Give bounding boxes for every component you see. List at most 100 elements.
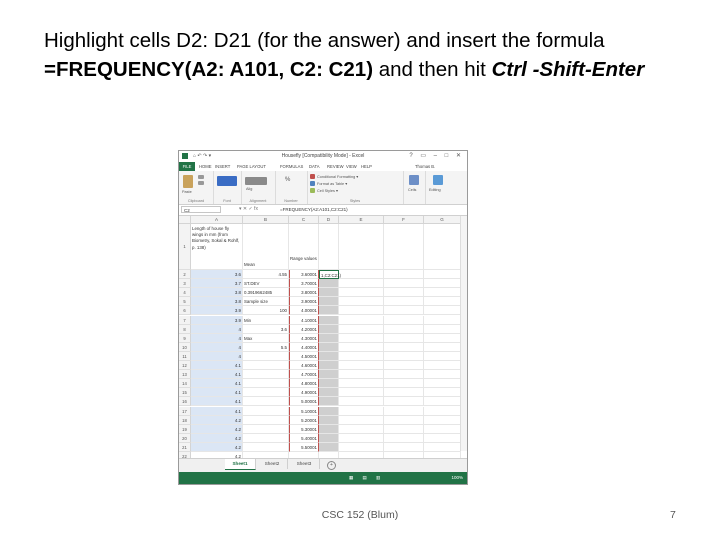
cell-b[interactable] <box>243 433 289 443</box>
cell[interactable] <box>424 361 461 371</box>
tab-thomas-b[interactable]: Thomas B. <box>415 164 435 169</box>
cell-b[interactable]: Max <box>243 333 289 343</box>
column-header-f[interactable]: F <box>384 216 424 224</box>
cell-b[interactable]: ST.DEV <box>243 279 289 289</box>
cell-d[interactable] <box>319 424 339 434</box>
window-controls[interactable]: ? ▭ – □ ✕ <box>409 152 464 159</box>
cell[interactable] <box>424 415 461 425</box>
cell[interactable] <box>384 279 424 289</box>
cell-c[interactable]: 4.50001 <box>289 351 319 361</box>
cell-c[interactable]: 4.60001 <box>289 361 319 371</box>
row-header[interactable]: 4 <box>179 288 191 298</box>
cut-icon[interactable] <box>198 175 204 179</box>
row-header[interactable]: 10 <box>179 342 191 352</box>
cell-c[interactable]: 5.10001 <box>289 406 319 416</box>
cell[interactable] <box>424 333 461 343</box>
column-header-a[interactable]: A <box>191 216 243 224</box>
alignment-icon[interactable] <box>245 177 267 185</box>
cell-c[interactable]: 4.20001 <box>289 324 319 334</box>
cell-b[interactable] <box>243 406 289 416</box>
cell-b[interactable] <box>243 397 289 407</box>
row-header[interactable]: 16 <box>179 397 191 407</box>
row-header[interactable]: 2 <box>179 270 191 280</box>
row-header[interactable]: 15 <box>179 388 191 398</box>
cell[interactable] <box>384 388 424 398</box>
cell[interactable] <box>384 270 424 280</box>
row-header[interactable]: 17 <box>179 406 191 416</box>
cell-c[interactable]: 5.40001 <box>289 433 319 443</box>
cell-d[interactable] <box>319 306 339 316</box>
cell[interactable] <box>319 224 339 270</box>
cell[interactable] <box>424 315 461 325</box>
cell-a[interactable]: 3.7 <box>191 279 243 289</box>
cell-d[interactable] <box>319 288 339 298</box>
cell-b[interactable] <box>243 370 289 380</box>
cell[interactable] <box>424 379 461 389</box>
view-mode-icons[interactable]: ▦ ▤ ▥ <box>349 475 384 481</box>
cell[interactable] <box>339 379 384 389</box>
cell-c[interactable]: 3.70001 <box>289 279 319 289</box>
zoom-level[interactable]: 100% <box>451 475 463 480</box>
cell[interactable] <box>424 270 461 280</box>
cell-d2[interactable]: 1,C2:C21) <box>319 270 341 280</box>
cell[interactable] <box>339 333 384 343</box>
select-all-corner[interactable] <box>179 216 191 224</box>
row-header[interactable]: 11 <box>179 351 191 361</box>
tab-data[interactable]: DATA <box>309 164 320 169</box>
cell-c[interactable]: 4.90001 <box>289 388 319 398</box>
cell[interactable] <box>339 406 384 416</box>
cell[interactable] <box>424 442 461 452</box>
cell-d[interactable] <box>319 315 339 325</box>
row-header[interactable]: 1 <box>179 224 191 270</box>
cell[interactable] <box>424 397 461 407</box>
cell[interactable] <box>384 370 424 380</box>
cell-d[interactable] <box>319 370 339 380</box>
cell[interactable] <box>339 361 384 371</box>
cell[interactable] <box>339 342 384 352</box>
cell[interactable] <box>424 433 461 443</box>
cell[interactable] <box>384 406 424 416</box>
cell-a[interactable]: 3.9 <box>191 315 243 325</box>
column-header-c[interactable]: C <box>289 216 319 224</box>
cell[interactable] <box>424 424 461 434</box>
cell[interactable] <box>424 342 461 352</box>
cell-c[interactable]: 5.30001 <box>289 424 319 434</box>
cell-d[interactable] <box>319 433 339 443</box>
cell-c[interactable]: 4.10001 <box>289 315 319 325</box>
cell-styles[interactable]: Cell Styles ▾ <box>317 188 338 193</box>
cell[interactable] <box>384 379 424 389</box>
cell-b[interactable]: Min <box>243 315 289 325</box>
cell-d[interactable] <box>319 279 339 289</box>
cell-a[interactable]: 3.9 <box>191 306 243 316</box>
paste-icon[interactable] <box>183 175 193 188</box>
sheet-tab-sheet2[interactable]: Sheet2 <box>257 459 288 469</box>
cell[interactable] <box>339 288 384 298</box>
row-header[interactable]: 13 <box>179 370 191 380</box>
cell-a[interactable]: 4.1 <box>191 397 243 407</box>
cell-a[interactable]: 4 <box>191 324 243 334</box>
cell[interactable] <box>384 351 424 361</box>
cell[interactable] <box>424 224 461 270</box>
copy-icon[interactable] <box>198 181 204 185</box>
row-header[interactable]: 7 <box>179 315 191 325</box>
cell[interactable] <box>339 424 384 434</box>
cell[interactable] <box>384 306 424 316</box>
formula-input[interactable]: =FREQUENCY(A2:A101,C2:C21) <box>280 206 348 213</box>
row-header[interactable]: 20 <box>179 433 191 443</box>
cell[interactable] <box>339 279 384 289</box>
tab-view[interactable]: VIEW <box>346 164 357 169</box>
cell-c[interactable]: 4.70001 <box>289 370 319 380</box>
tab-home[interactable]: HOME <box>199 164 212 169</box>
conditional-formatting[interactable]: Conditional Formatting ▾ <box>317 174 358 179</box>
row-header[interactable]: 18 <box>179 415 191 425</box>
cell-b[interactable] <box>243 424 289 434</box>
cell[interactable] <box>339 370 384 380</box>
cell[interactable] <box>384 333 424 343</box>
cell-d[interactable] <box>319 415 339 425</box>
cell-d[interactable] <box>319 342 339 352</box>
sheet-tab-sheet1[interactable]: Sheet1 <box>225 459 256 470</box>
cell[interactable] <box>384 342 424 352</box>
cell-d[interactable] <box>319 406 339 416</box>
cell-a[interactable]: 4.1 <box>191 388 243 398</box>
cell[interactable] <box>384 297 424 307</box>
